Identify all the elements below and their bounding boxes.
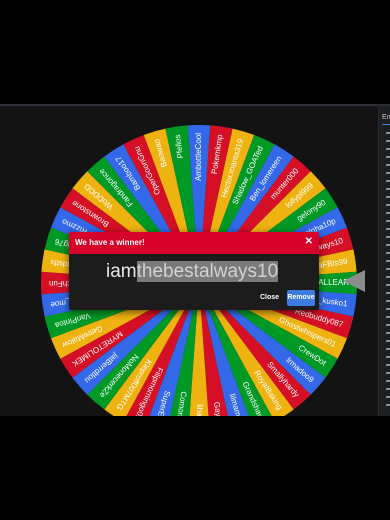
list-item xyxy=(386,260,390,262)
list-item xyxy=(386,348,390,350)
close-icon[interactable]: ✕ xyxy=(305,236,313,247)
list-item xyxy=(386,156,390,158)
list-item xyxy=(386,148,390,150)
list-item xyxy=(386,372,390,374)
list-item xyxy=(386,212,390,214)
list-item xyxy=(386,140,390,142)
winner-name-highlight: thebestalways10 xyxy=(136,261,279,282)
list-item xyxy=(386,252,390,254)
list-item xyxy=(386,332,390,334)
list-item xyxy=(386,380,390,382)
list-item xyxy=(386,220,390,222)
list-item xyxy=(386,292,390,294)
letterbox-top xyxy=(0,0,390,104)
dialog-header: We have a winner! ✕ xyxy=(69,232,319,254)
list-item xyxy=(386,308,390,310)
list-item xyxy=(386,404,390,406)
letterbox-bottom xyxy=(0,416,390,520)
winner-dialog: We have a winner! ✕ iamthebestalways10 C… xyxy=(69,232,319,310)
list-item xyxy=(386,164,390,166)
wheel-entry-label: lihadwin xyxy=(195,404,204,416)
entries-list xyxy=(386,132,390,412)
list-item xyxy=(386,340,390,342)
tab-entries[interactable]: En xyxy=(382,114,390,121)
dialog-title: We have a winner! xyxy=(75,238,145,247)
list-item xyxy=(386,180,390,182)
list-item xyxy=(386,236,390,238)
list-item xyxy=(386,204,390,206)
list-item xyxy=(386,364,390,366)
wheel-pointer-icon xyxy=(343,270,365,292)
list-item xyxy=(386,324,390,326)
wheel-app: AmbottleCool Pokemkmp Hector.manta319 Shado… xyxy=(0,104,390,416)
list-item xyxy=(386,300,390,302)
list-item xyxy=(386,132,390,134)
remove-button[interactable]: Remove xyxy=(287,290,315,306)
list-item xyxy=(386,396,390,398)
list-item xyxy=(386,268,390,270)
tab-underline xyxy=(382,124,390,125)
entries-side-panel: En xyxy=(378,106,390,416)
list-item xyxy=(386,188,390,190)
wheel-entry-label: AmbottleCool xyxy=(194,133,203,181)
list-item xyxy=(386,276,390,278)
list-item xyxy=(386,356,390,358)
list-item xyxy=(386,388,390,390)
close-button[interactable]: Close xyxy=(260,294,279,301)
list-item xyxy=(386,316,390,318)
list-item xyxy=(386,172,390,174)
list-item xyxy=(386,284,390,286)
list-item xyxy=(386,244,390,246)
list-item xyxy=(386,228,390,230)
winner-name-prefix: iam xyxy=(106,261,137,282)
list-item xyxy=(386,196,390,198)
winner-name: iamthebestalways10 xyxy=(106,261,279,283)
